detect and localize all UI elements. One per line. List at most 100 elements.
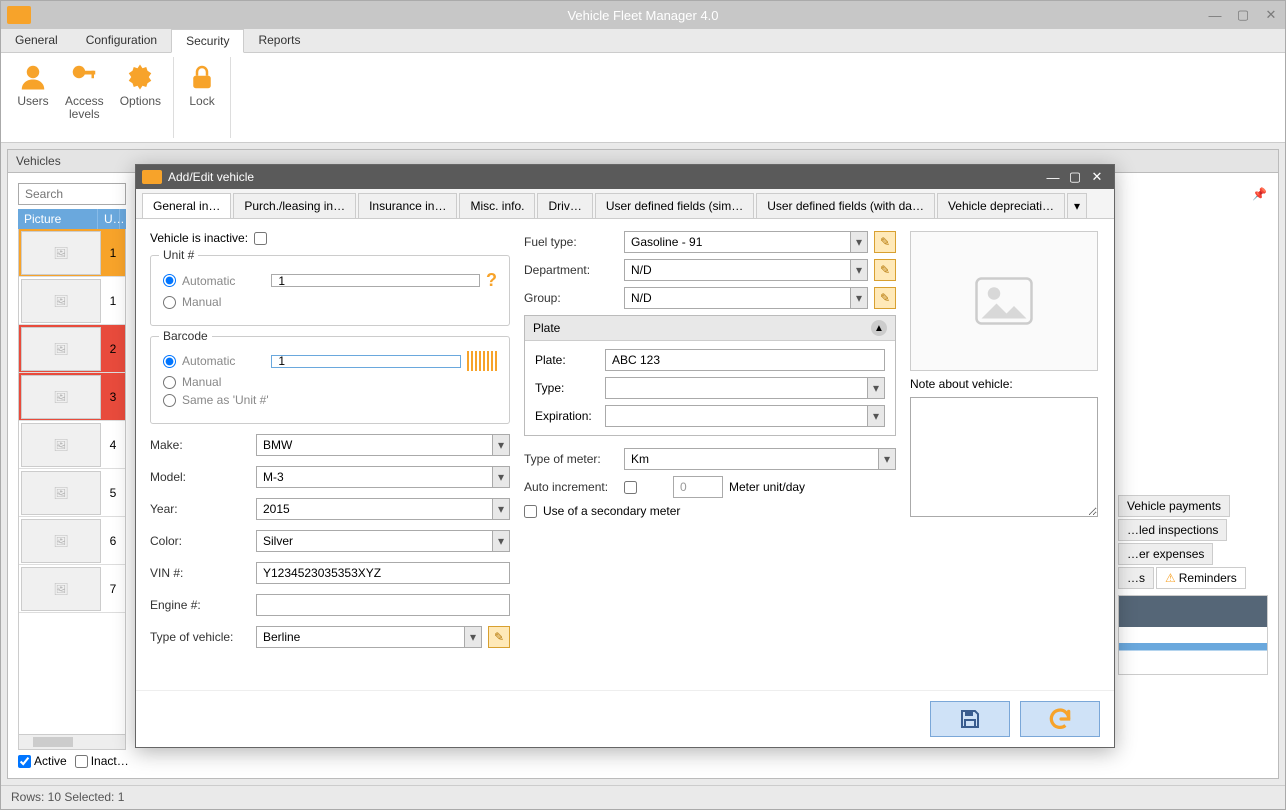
table-row[interactable]: 🖼1 (19, 277, 125, 325)
fuel-edit-button[interactable]: ✎ (874, 231, 896, 253)
inactive-checkbox[interactable]: Inact… (75, 754, 129, 768)
picture-cell: 🖼 (21, 471, 101, 515)
unit-value-input[interactable] (271, 274, 480, 287)
help-icon[interactable]: ? (486, 270, 497, 291)
vehicle-type-input[interactable] (256, 626, 464, 648)
barcode-value-input[interactable] (271, 355, 461, 368)
dlg-tab-insurance[interactable]: Insurance in… (358, 193, 457, 218)
timeline-chart (1118, 595, 1268, 675)
dlg-tab-depreciation[interactable]: Vehicle depreciati… (937, 193, 1065, 218)
plate-collapse-button[interactable]: ▲ (871, 320, 887, 336)
dlg-tab-purchasing[interactable]: Purch./leasing in… (233, 193, 356, 218)
meter-input[interactable] (624, 448, 878, 470)
note-textarea[interactable] (910, 397, 1098, 517)
table-row[interactable]: 🖼6 (19, 517, 125, 565)
unit-group: Unit # Automatic ? Manual (150, 255, 510, 326)
year-dropdown[interactable]: ▾ (492, 498, 510, 520)
model-dropdown[interactable]: ▾ (492, 466, 510, 488)
horizontal-scrollbar[interactable] (18, 734, 126, 750)
dialog-title: Add/Edit vehicle (168, 170, 254, 184)
minimize-button[interactable]: — (1201, 4, 1229, 26)
vehicle-image-placeholder[interactable] (910, 231, 1098, 371)
unit-cell: 2 (103, 342, 123, 356)
table-row[interactable]: 🖼1 (19, 229, 125, 277)
table-row[interactable]: 🖼7 (19, 565, 125, 613)
meterunit-input[interactable] (673, 476, 723, 498)
dept-dropdown[interactable]: ▾ (850, 259, 868, 281)
dept-input[interactable] (624, 259, 850, 281)
tab-vehicle-payments[interactable]: Vehicle payments (1118, 495, 1230, 517)
dialog-maximize-button[interactable]: ▢ (1064, 169, 1086, 185)
autoinc-checkbox[interactable] (624, 481, 637, 494)
unit-auto-radio[interactable] (163, 274, 176, 287)
table-row[interactable]: 🖼5 (19, 469, 125, 517)
tab-security[interactable]: Security (171, 29, 244, 53)
group-edit-button[interactable]: ✎ (874, 287, 896, 309)
expiration-dropdown[interactable]: ▾ (867, 405, 885, 427)
grid-rows: 🖼1🖼1🖼2🖼3🖼4🖼5🖼6🖼7 (18, 229, 126, 734)
inactive-checkbox-dialog[interactable] (254, 232, 267, 245)
table-row[interactable]: 🖼2 (19, 325, 125, 373)
tab-configuration[interactable]: Configuration (72, 29, 171, 52)
maximize-button[interactable]: ▢ (1229, 4, 1257, 26)
gear-icon (124, 61, 156, 93)
vehicle-type-dropdown[interactable]: ▾ (464, 626, 482, 648)
color-dropdown[interactable]: ▾ (492, 530, 510, 552)
ribbon-access-levels-button[interactable]: Access levels (57, 57, 112, 138)
close-button[interactable]: ✕ (1257, 4, 1285, 26)
active-checkbox[interactable]: Active (18, 754, 67, 768)
barcode-same-radio[interactable] (163, 394, 176, 407)
secondary-meter-checkbox[interactable] (524, 505, 537, 518)
model-input[interactable] (256, 466, 492, 488)
dlg-tab-general[interactable]: General in… (142, 193, 231, 218)
make-dropdown[interactable]: ▾ (492, 434, 510, 456)
dialog-close-button[interactable]: ✕ (1086, 169, 1108, 185)
tab-inspections[interactable]: …led inspections (1118, 519, 1227, 541)
fuel-input[interactable] (624, 231, 850, 253)
group-input[interactable] (624, 287, 850, 309)
plate-type-dropdown[interactable]: ▾ (867, 377, 885, 399)
barcode-auto-radio[interactable] (163, 355, 176, 368)
meter-dropdown[interactable]: ▾ (878, 448, 896, 470)
tab-general[interactable]: General (1, 29, 72, 52)
lock-icon (186, 61, 218, 93)
tab-reminders[interactable]: Reminders (1156, 567, 1246, 589)
undo-button[interactable] (1020, 701, 1100, 737)
ribbon-options-button[interactable]: Options (112, 57, 169, 138)
tab-expenses[interactable]: …er expenses (1118, 543, 1213, 565)
dlg-tab-udf-simple[interactable]: User defined fields (sim… (595, 193, 754, 218)
note-label: Note about vehicle: (910, 377, 1100, 391)
tab-misc[interactable]: …s (1118, 567, 1154, 589)
fuel-dropdown[interactable]: ▾ (850, 231, 868, 253)
ribbon-lock-button[interactable]: Lock (178, 57, 226, 138)
save-button[interactable] (930, 701, 1010, 737)
table-row[interactable]: 🖼3 (19, 373, 125, 421)
dlg-tab-drivers[interactable]: Driv… (537, 193, 592, 218)
color-input[interactable] (256, 530, 492, 552)
dept-edit-button[interactable]: ✎ (874, 259, 896, 281)
plate-type-input[interactable] (605, 377, 867, 399)
group-dropdown[interactable]: ▾ (850, 287, 868, 309)
make-input[interactable] (256, 434, 492, 456)
plate-input[interactable] (605, 349, 885, 371)
dlg-tab-overflow[interactable]: ▾ (1067, 193, 1087, 218)
table-row[interactable]: 🖼4 (19, 421, 125, 469)
dialog-title-bar: Add/Edit vehicle — ▢ ✕ (136, 165, 1114, 189)
year-input[interactable] (256, 498, 492, 520)
dlg-tab-misc[interactable]: Misc. info. (459, 193, 535, 218)
vin-input[interactable] (256, 562, 510, 584)
picture-cell: 🖼 (21, 375, 101, 419)
unit-cell: 1 (103, 246, 123, 260)
picture-cell: 🖼 (21, 567, 101, 611)
ribbon-users-button[interactable]: Users (9, 57, 57, 138)
engine-input[interactable] (256, 594, 510, 616)
expiration-input[interactable] (605, 405, 867, 427)
unit-manual-radio[interactable] (163, 296, 176, 309)
vehicle-type-edit-button[interactable]: ✎ (488, 626, 510, 648)
dialog-minimize-button[interactable]: — (1042, 170, 1064, 185)
pin-icon[interactable]: 📌 (1252, 187, 1264, 199)
tab-reports[interactable]: Reports (244, 29, 314, 52)
barcode-manual-radio[interactable] (163, 376, 176, 389)
dlg-tab-udf-data[interactable]: User defined fields (with da… (756, 193, 935, 218)
search-input[interactable] (18, 183, 126, 205)
